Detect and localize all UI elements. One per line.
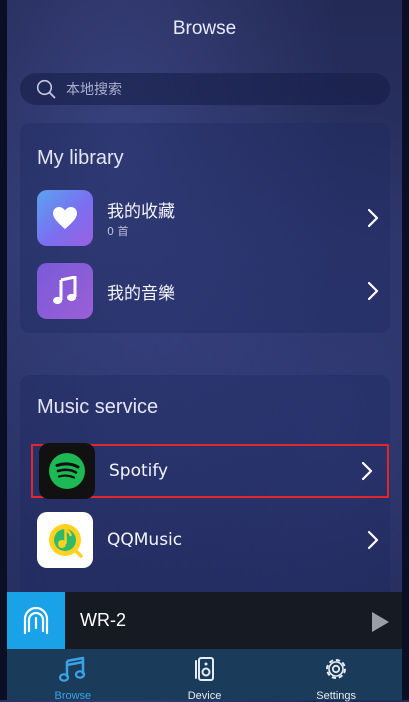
library-item-favorites[interactable]: 我的收藏 0 首 xyxy=(31,188,393,248)
chevron-right-icon xyxy=(367,208,379,228)
device-name: WR-2 xyxy=(80,610,126,630)
qqmusic-icon xyxy=(37,512,93,568)
tab-device[interactable]: Device xyxy=(139,649,271,702)
tab-label: Settings xyxy=(316,690,357,702)
library-item-count: 0 首 xyxy=(107,225,129,238)
tab-bar: Browse Device Settings xyxy=(7,649,402,702)
play-icon[interactable] xyxy=(370,611,390,638)
search-icon xyxy=(36,79,56,99)
library-item-label: 我的收藏 xyxy=(107,202,175,222)
chevron-right-icon xyxy=(367,281,379,301)
right-edge xyxy=(402,0,409,700)
spotify-icon xyxy=(39,443,95,499)
speaker-icon xyxy=(192,656,218,687)
library-item-label: 我的音樂 xyxy=(107,283,175,304)
library-title: My library xyxy=(37,147,124,169)
music-note-icon xyxy=(58,656,87,687)
tab-settings[interactable]: Settings xyxy=(270,649,402,702)
search-input[interactable]: 本地搜索 xyxy=(66,79,122,99)
tab-label: Device xyxy=(187,690,222,702)
wifi-speaker-icon xyxy=(7,592,65,649)
chevron-right-icon xyxy=(361,461,373,481)
tab-browse[interactable]: Browse xyxy=(7,649,139,702)
mini-player[interactable]: WR-2 xyxy=(7,592,402,649)
chevron-right-icon xyxy=(367,530,379,550)
tab-label: Browse xyxy=(54,690,92,702)
page-title: Browse xyxy=(172,18,237,39)
service-item-spotify[interactable]: Spotify xyxy=(31,443,389,499)
heart-icon xyxy=(37,190,93,246)
service-item-label: Spotify xyxy=(109,461,169,481)
gear-icon xyxy=(323,656,349,687)
library-item-music[interactable]: 我的音樂 xyxy=(31,261,393,321)
search-bar[interactable]: 本地搜索 xyxy=(20,73,390,105)
service-item-label: QQMusic xyxy=(107,530,183,550)
left-edge xyxy=(0,0,7,700)
services-title: Music service xyxy=(37,396,159,418)
service-item-qqmusic[interactable]: QQMusic xyxy=(31,510,393,570)
music-note-icon xyxy=(37,263,93,319)
